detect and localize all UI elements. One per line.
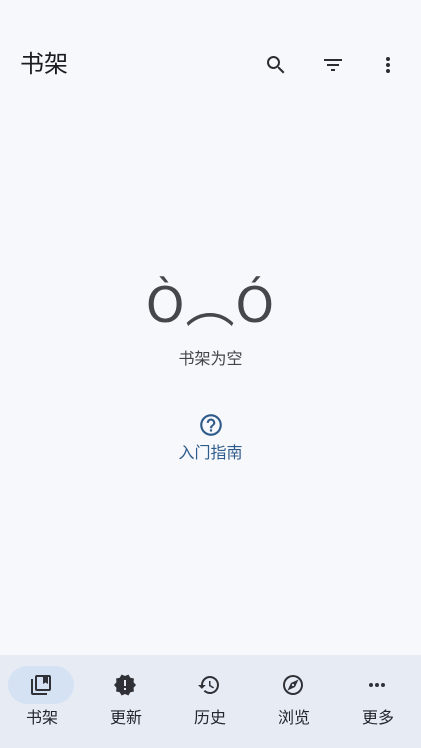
nav-icon-container bbox=[260, 666, 326, 704]
compass-icon bbox=[283, 675, 303, 695]
library-icon bbox=[31, 675, 51, 695]
empty-message: 书架为空 bbox=[178, 349, 243, 368]
top-app-bar: 书架 bbox=[0, 0, 421, 130]
active-indicator bbox=[8, 666, 74, 704]
guide-label: 入门指南 bbox=[178, 443, 243, 462]
nav-label-updates: 更新 bbox=[109, 708, 142, 727]
search-icon bbox=[267, 56, 285, 74]
app-root: 书架 Ò︵Ó 书架为空 入门指南 书架 更新 历史 浏览 更多 bbox=[0, 0, 421, 748]
more-vert-icon bbox=[386, 57, 390, 73]
nav-item-updates[interactable]: 更新 bbox=[84, 655, 168, 748]
search-button[interactable] bbox=[259, 48, 293, 82]
new-releases-icon bbox=[114, 674, 136, 696]
nav-item-more[interactable]: 更多 bbox=[336, 655, 420, 748]
filter-icon bbox=[324, 59, 342, 71]
nav-icon-container bbox=[176, 666, 242, 704]
filter-button[interactable] bbox=[316, 48, 350, 82]
nav-icon-container bbox=[344, 666, 410, 704]
bottom-navigation: 书架 更新 历史 浏览 更多 bbox=[0, 655, 421, 748]
empty-library-state: Ò︵Ó 书架为空 bbox=[0, 275, 421, 369]
nav-item-library[interactable]: 书架 bbox=[0, 655, 84, 748]
nav-item-history[interactable]: 历史 bbox=[168, 655, 252, 748]
nav-label-browse: 浏览 bbox=[277, 708, 310, 727]
history-icon bbox=[198, 676, 219, 694]
more-horiz-icon bbox=[369, 683, 385, 687]
getting-started-guide-link[interactable]: 入门指南 bbox=[170, 412, 251, 472]
nav-icon-container bbox=[92, 666, 158, 704]
empty-face: Ò︵Ó bbox=[145, 277, 276, 334]
help-circle-icon bbox=[198, 412, 224, 438]
nav-item-browse[interactable]: 浏览 bbox=[252, 655, 336, 748]
nav-label-more: 更多 bbox=[361, 708, 394, 727]
nav-label-library: 书架 bbox=[25, 708, 58, 727]
page-title: 书架 bbox=[20, 50, 68, 78]
overflow-menu-button[interactable] bbox=[371, 48, 405, 82]
nav-label-history: 历史 bbox=[193, 708, 226, 727]
